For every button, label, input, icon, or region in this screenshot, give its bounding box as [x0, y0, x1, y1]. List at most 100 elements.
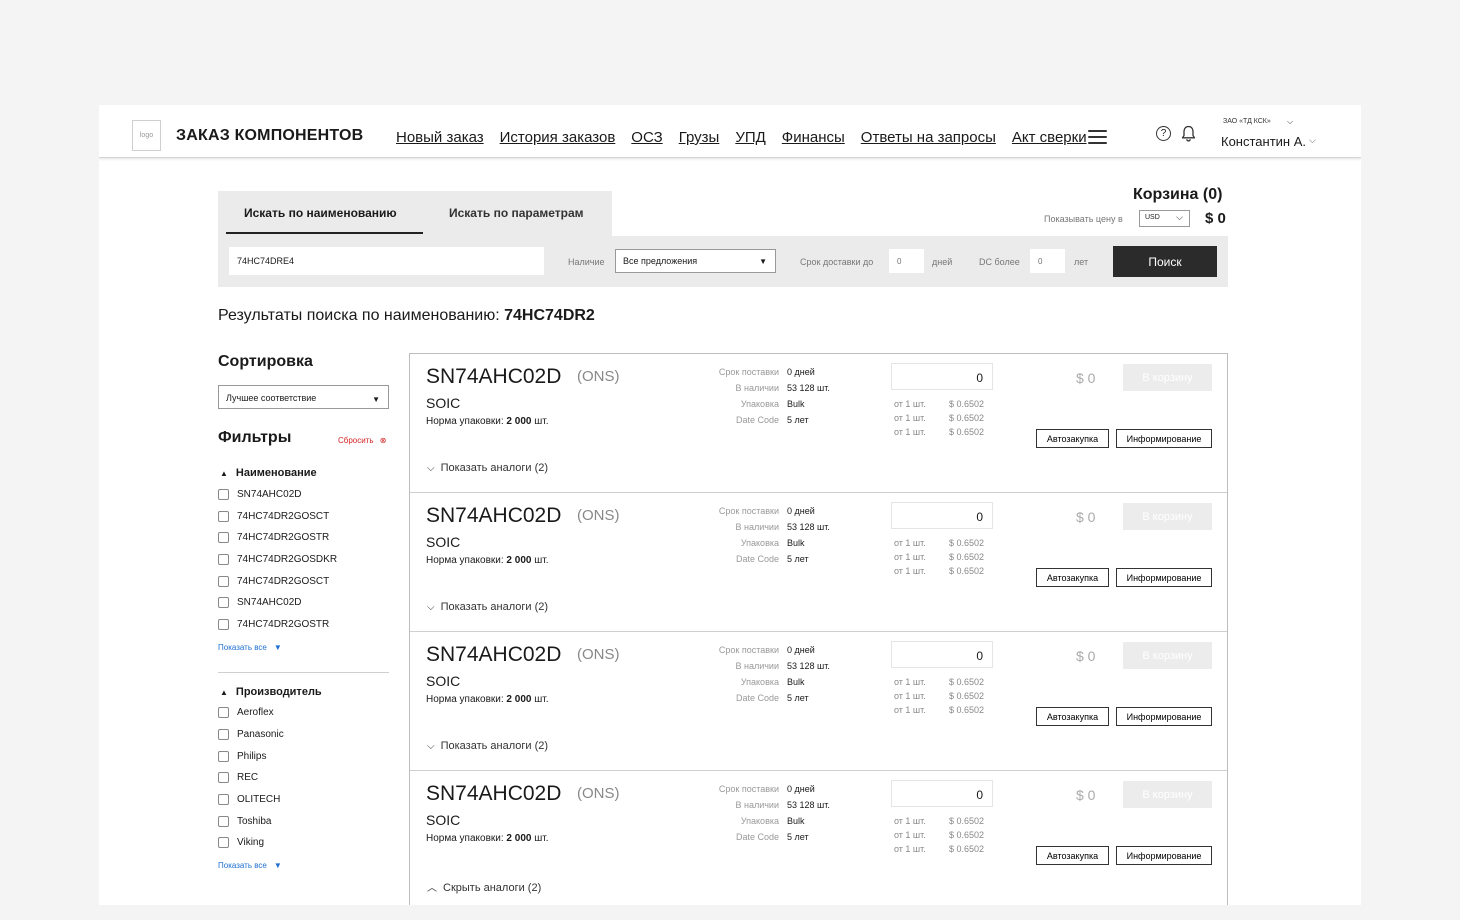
- sort-select[interactable]: Лучшее соответствие ▼: [218, 385, 389, 409]
- nav-order-history[interactable]: История заказов: [500, 129, 616, 146]
- hide-analogs-toggle[interactable]: ︿ Скрыть аналоги (2): [427, 879, 541, 894]
- chevron-down-icon[interactable]: ⌵: [1287, 117, 1293, 127]
- cart-total: $ 0: [1205, 210, 1226, 227]
- filter-option[interactable]: 74HC74DR2GOSDKR: [218, 554, 337, 565]
- line-total: $ 0: [1076, 787, 1096, 803]
- notify-button[interactable]: Информирование: [1116, 846, 1212, 865]
- nav-request-answers[interactable]: Ответы на запросы: [861, 129, 996, 146]
- search-bar: Наличие Все предложения ▼ Срок доставки …: [218, 236, 1228, 287]
- checkbox[interactable]: [218, 511, 229, 522]
- availability-value: Все предложения: [623, 256, 698, 266]
- filter-group-manufacturer[interactable]: ▲ Производитель: [220, 686, 322, 698]
- filter-option[interactable]: OLITECH: [218, 794, 280, 805]
- filter-option-label: REC: [237, 772, 259, 783]
- filter-option[interactable]: 74HC74DR2GOSTR: [218, 532, 329, 543]
- bell-icon[interactable]: [1181, 125, 1196, 142]
- cart-title[interactable]: Корзина (0): [1133, 186, 1222, 204]
- nav-finance[interactable]: Финансы: [782, 129, 845, 146]
- quantity-input[interactable]: 0: [891, 641, 993, 668]
- checkbox[interactable]: [218, 554, 229, 565]
- checkbox[interactable]: [218, 816, 229, 827]
- auto-purchase-button[interactable]: Автозакупка: [1036, 846, 1109, 865]
- add-to-cart-button[interactable]: В корзину: [1123, 503, 1212, 530]
- package-type: SOIC: [426, 673, 461, 689]
- tier-price: $ 0.6502: [949, 691, 985, 701]
- filter-option[interactable]: REC: [218, 772, 258, 783]
- nav-upd[interactable]: УПД: [735, 129, 765, 146]
- help-icon[interactable]: ?: [1156, 126, 1171, 141]
- page: logo ЗАКАЗ КОМПОНЕНТОВ Новый заказ Истор…: [99, 105, 1361, 905]
- checkbox[interactable]: [218, 772, 229, 783]
- sort-title: Сортировка: [218, 353, 313, 370]
- part-number[interactable]: SN74AHC02D: [426, 643, 561, 667]
- filter-option[interactable]: Panasonic: [218, 729, 284, 740]
- checkbox[interactable]: [218, 597, 229, 608]
- checkbox[interactable]: [218, 532, 229, 543]
- filter-option[interactable]: Philips: [218, 751, 266, 762]
- active-tab-indicator: [226, 232, 423, 234]
- checkbox[interactable]: [218, 619, 229, 630]
- show-analogs-toggle[interactable]: ⌵ Показать аналоги (2): [427, 740, 548, 752]
- menu-icon[interactable]: [1088, 130, 1107, 144]
- notify-button[interactable]: Информирование: [1116, 429, 1212, 448]
- auto-purchase-button[interactable]: Автозакупка: [1036, 568, 1109, 587]
- reset-filters-button[interactable]: Сбросить ⊗: [338, 436, 387, 445]
- delivery-days-input[interactable]: [889, 249, 924, 273]
- part-number[interactable]: SN74AHC02D: [426, 504, 561, 528]
- dc-years-input[interactable]: [1030, 249, 1065, 273]
- attr-label: Срок поставки: [718, 784, 779, 794]
- add-to-cart-button[interactable]: В корзину: [1123, 642, 1212, 669]
- logo[interactable]: logo: [132, 120, 161, 151]
- user-name[interactable]: Константин А.: [1221, 134, 1306, 149]
- quantity-input[interactable]: 0: [891, 502, 993, 529]
- checkbox[interactable]: [218, 794, 229, 805]
- show-analogs-toggle[interactable]: ⌵ Показать аналоги (2): [427, 462, 548, 474]
- filter-option[interactable]: Aeroflex: [218, 707, 274, 718]
- filter-option[interactable]: 74HC74DR2GOSCT: [218, 576, 329, 587]
- checkbox[interactable]: [218, 837, 229, 848]
- tab-search-by-name[interactable]: Искать по наименованию: [244, 206, 397, 220]
- add-to-cart-button[interactable]: В корзину: [1123, 364, 1212, 391]
- search-button[interactable]: Поиск: [1113, 246, 1217, 277]
- company-name[interactable]: ЗАО «ТД КСК»: [1223, 118, 1271, 125]
- checkbox[interactable]: [218, 576, 229, 587]
- tab-search-by-params[interactable]: Искать по параметрам: [449, 206, 584, 220]
- pack-norm-value: 2 000: [506, 833, 532, 844]
- nav-cargo[interactable]: Грузы: [679, 129, 720, 146]
- filter-option[interactable]: 74HC74DR2GOSTR: [218, 619, 329, 630]
- auto-purchase-button[interactable]: Автозакупка: [1036, 707, 1109, 726]
- filter-option[interactable]: Toshiba: [218, 816, 271, 827]
- checkbox[interactable]: [218, 729, 229, 740]
- currency-select[interactable]: USD ⌵: [1139, 210, 1190, 227]
- part-number[interactable]: SN74AHC02D: [426, 365, 561, 389]
- filter-group-name[interactable]: ▲ Наименование: [220, 467, 317, 479]
- nav-osz[interactable]: ОСЗ: [631, 129, 662, 146]
- checkbox[interactable]: [218, 751, 229, 762]
- pack-norm-unit: шт.: [534, 555, 549, 566]
- auto-purchase-button[interactable]: Автозакупка: [1036, 429, 1109, 448]
- part-number[interactable]: SN74AHC02D: [426, 782, 561, 806]
- filter-option-label: Philips: [237, 751, 267, 762]
- add-to-cart-button[interactable]: В корзину: [1123, 781, 1212, 808]
- checkbox[interactable]: [218, 489, 229, 500]
- quantity-input[interactable]: 0: [891, 780, 993, 807]
- chevron-up-icon: ︿: [427, 883, 437, 894]
- filter-option[interactable]: SN74AHC02D: [218, 489, 301, 500]
- checkbox[interactable]: [218, 707, 229, 718]
- notify-button[interactable]: Информирование: [1116, 568, 1212, 587]
- show-all-label: Показать все: [218, 643, 267, 652]
- filter-option[interactable]: 74HC74DR2GOSCT: [218, 511, 329, 522]
- product-card: SN74AHC02D (ONS) SOIC Норма упаковки: 2 …: [410, 493, 1227, 632]
- quantity-input[interactable]: 0: [891, 363, 993, 390]
- availability-select[interactable]: Все предложения ▼: [615, 249, 776, 273]
- chevron-down-icon[interactable]: ⌵: [1309, 135, 1316, 146]
- show-all-names-link[interactable]: Показать все ▼: [218, 643, 282, 652]
- nav-new-order[interactable]: Новый заказ: [396, 129, 484, 146]
- notify-button[interactable]: Информирование: [1116, 707, 1212, 726]
- show-analogs-toggle[interactable]: ⌵ Показать аналоги (2): [427, 601, 548, 613]
- filter-option[interactable]: SN74AHC02D: [218, 597, 301, 608]
- show-all-manufacturers-link[interactable]: Показать все ▼: [218, 861, 282, 870]
- filter-option[interactable]: Viking: [218, 837, 264, 848]
- search-input[interactable]: [229, 247, 544, 275]
- nav-reconciliation[interactable]: Акт сверки: [1012, 129, 1087, 146]
